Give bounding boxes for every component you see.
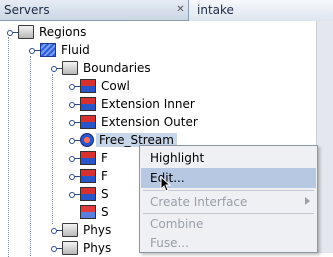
expand-handle-icon[interactable] xyxy=(48,239,62,257)
menu-item-label: Highlight xyxy=(150,151,205,165)
region-icon xyxy=(40,43,56,57)
tree-item-fluid[interactable]: Fluid xyxy=(26,41,90,59)
node-handle-icon xyxy=(66,167,80,185)
folder-icon xyxy=(62,61,78,75)
tree-item-label: Cowl xyxy=(101,79,130,93)
tree-item-label: Extension Inner xyxy=(101,97,195,111)
wall-icon xyxy=(80,205,96,219)
tree-item-label: S xyxy=(101,187,109,201)
tree-item-physics[interactable]: Phys xyxy=(48,239,111,257)
boundary-icon xyxy=(80,187,96,201)
node-handle-icon xyxy=(66,131,80,149)
tree-line xyxy=(52,74,53,224)
menu-item-label: Create Interface xyxy=(150,195,248,209)
tree-item-label: Regions xyxy=(39,25,87,39)
tab-servers[interactable]: Servers xyxy=(4,3,50,17)
tree-item-partial[interactable]: F xyxy=(66,149,108,167)
boundary-icon xyxy=(80,151,96,165)
tree-item-regions[interactable]: Regions xyxy=(4,23,86,41)
menu-item-fuse[interactable]: Fuse... xyxy=(141,233,316,253)
tree-item-cowl[interactable]: Cowl xyxy=(66,77,130,95)
tab-intake-label: intake xyxy=(197,3,234,17)
close-icon[interactable]: ✕ xyxy=(175,4,186,15)
submenu-arrow-icon xyxy=(305,197,310,205)
folder-icon xyxy=(62,223,78,237)
boundary-icon xyxy=(80,97,96,111)
node-handle-icon xyxy=(66,95,80,113)
tab-bar: Servers ✕ intake xyxy=(0,0,333,21)
boundary-icon xyxy=(80,169,96,183)
tree-item-label: Extension Outer xyxy=(101,115,198,129)
free-stream-icon xyxy=(80,133,94,147)
tree-item-partial[interactable]: S xyxy=(66,185,109,203)
menu-item-combine[interactable]: Combine xyxy=(141,214,316,234)
folder-icon xyxy=(18,25,34,39)
node-handle-icon xyxy=(66,185,80,203)
expand-handle-icon[interactable] xyxy=(26,41,40,59)
tree-line xyxy=(30,56,31,256)
tree-item-extension-inner[interactable]: Extension Inner xyxy=(66,95,195,113)
expand-handle-icon[interactable] xyxy=(48,59,62,77)
expand-handle-icon[interactable] xyxy=(4,23,18,41)
vertical-scrollbar[interactable] xyxy=(316,21,333,253)
tree-item-partial[interactable]: S xyxy=(66,203,109,221)
tree-item-boundaries[interactable]: Boundaries xyxy=(48,59,151,77)
tree-item-label: Phys xyxy=(83,223,112,237)
tree-item-extension-outer[interactable]: Extension Outer xyxy=(66,113,198,131)
context-menu: Highlight Edit... Create Interface Combi… xyxy=(139,145,318,253)
tree-item-label: F xyxy=(101,151,108,165)
tab-intake[interactable]: intake xyxy=(188,0,333,21)
menu-item-label: Combine xyxy=(150,217,204,231)
boundary-icon xyxy=(80,79,96,93)
mouse-cursor-icon xyxy=(160,176,172,192)
node-handle-icon xyxy=(66,113,80,131)
tree-item-physics[interactable]: Phys xyxy=(48,221,111,239)
boundary-icon xyxy=(80,115,96,129)
tree-item-label: F xyxy=(101,169,108,183)
menu-item-highlight[interactable]: Highlight xyxy=(141,148,316,168)
tree-item-label: Boundaries xyxy=(83,61,151,75)
tree-item-label: S xyxy=(101,205,109,219)
tree-item-partial[interactable]: F xyxy=(66,167,108,185)
tree-item-label: Fluid xyxy=(61,43,90,57)
expand-handle-icon[interactable] xyxy=(48,221,62,239)
node-handle-icon xyxy=(66,149,80,167)
tree-line xyxy=(8,37,9,257)
node-handle-icon xyxy=(66,77,80,95)
menu-item-create-interface[interactable]: Create Interface xyxy=(141,192,316,212)
menu-item-label: Fuse... xyxy=(150,236,189,250)
